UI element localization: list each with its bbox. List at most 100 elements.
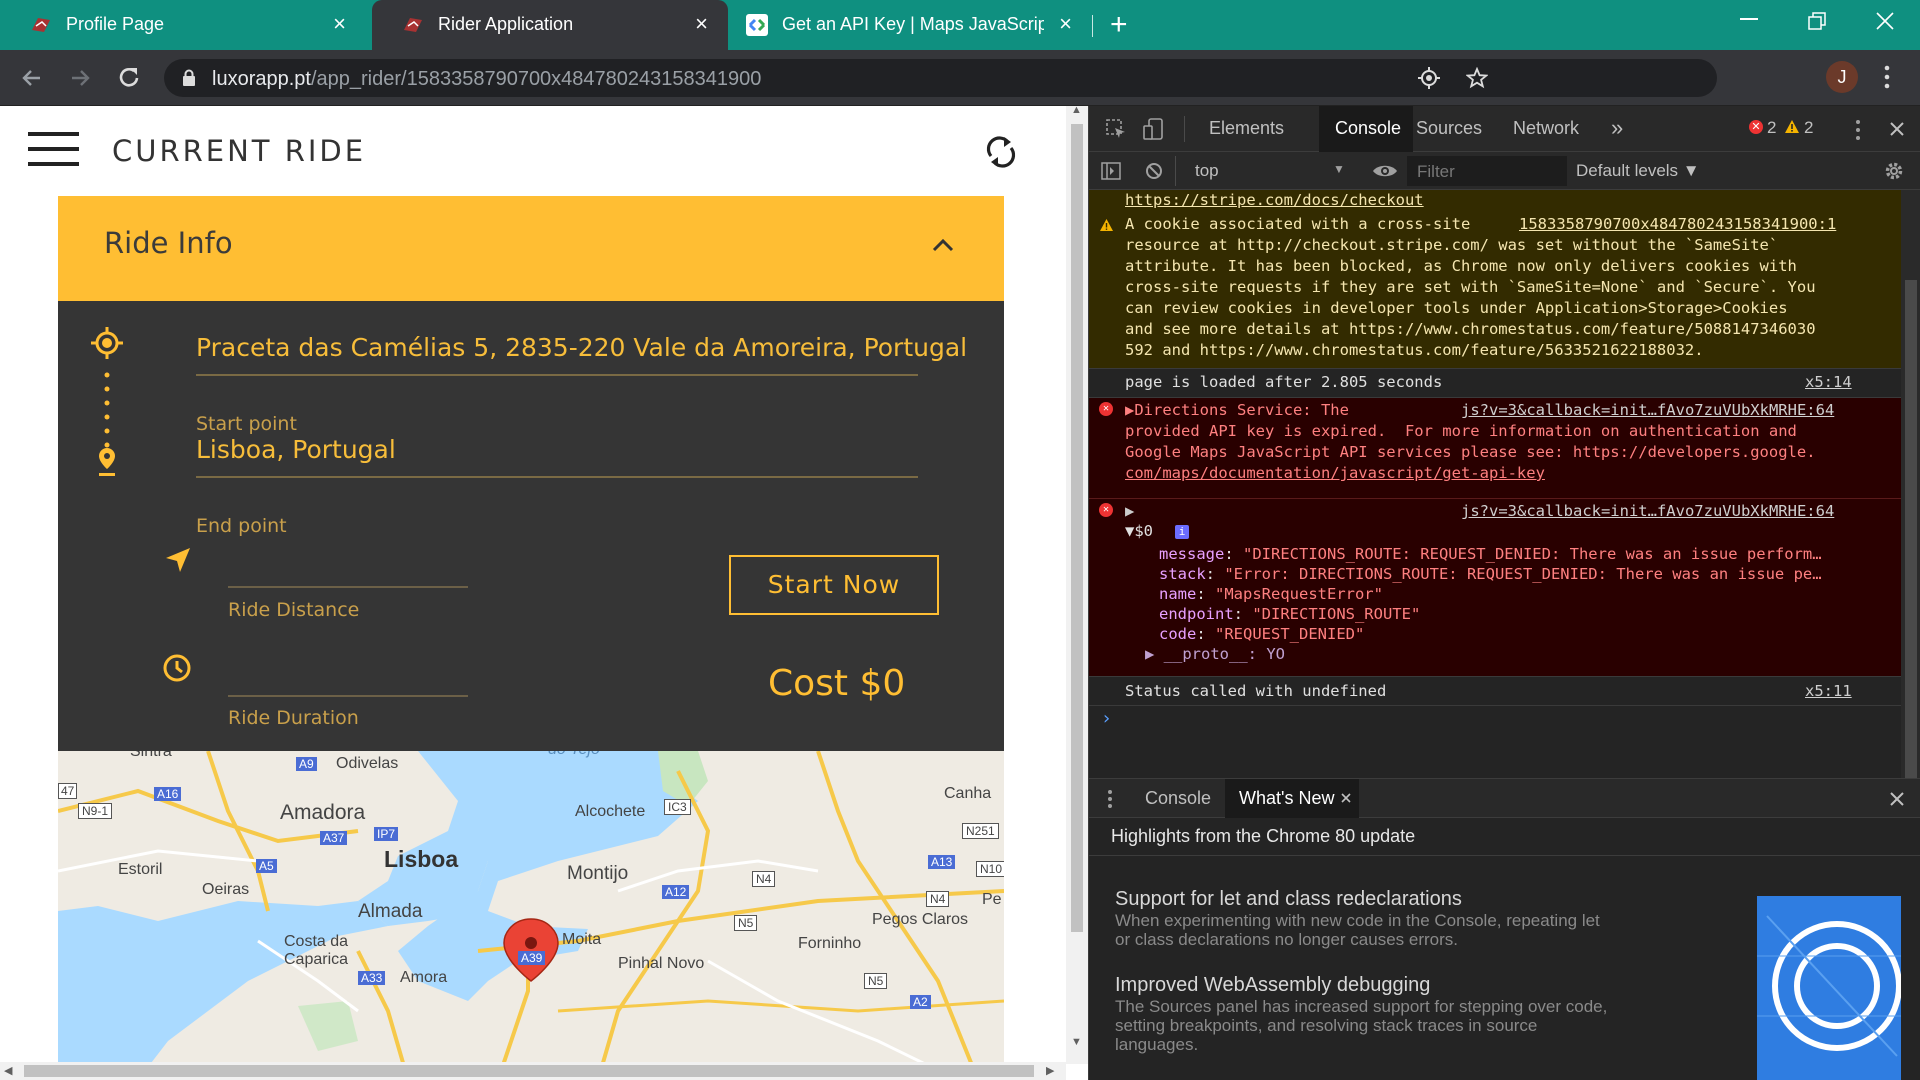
warning-icon[interactable]: [1784, 119, 1800, 134]
ride-info-header[interactable]: Ride Info: [58, 196, 1004, 301]
drawer-tab-label: What's New: [1239, 788, 1335, 808]
start-now-button[interactable]: Start Now: [729, 555, 939, 615]
scroll-up-icon[interactable]: ▲: [1071, 106, 1082, 116]
location-target-icon[interactable]: [1418, 67, 1440, 89]
tab-rider-application[interactable]: Rider Application ×: [372, 0, 728, 50]
tab-profile-page[interactable]: Profile Page ×: [0, 0, 366, 50]
close-tab-icon[interactable]: ×: [1059, 11, 1072, 37]
console-scrollbar[interactable]: [1901, 190, 1920, 788]
tab-get-api-key[interactable]: Get an API Key | Maps JavaScript ×: [734, 0, 1092, 50]
scroll-down-icon[interactable]: ▼: [1071, 1036, 1082, 1048]
context-value: top: [1195, 161, 1219, 180]
clear-console-icon[interactable]: [1145, 162, 1163, 180]
info-icon[interactable]: i: [1175, 525, 1189, 539]
map-road-shield: A39: [518, 951, 546, 965]
console-toolbar: top ▼ Filter Default levels ▼: [1089, 152, 1920, 190]
close-drawer-icon[interactable]: [1889, 791, 1905, 807]
console-scrollbar-thumb[interactable]: [1905, 280, 1917, 780]
console-settings-gear-icon[interactable]: [1884, 161, 1904, 181]
device-toolbar-icon[interactable]: [1143, 117, 1165, 141]
sidebar-toggle-icon[interactable]: [1101, 162, 1121, 180]
context-selector[interactable]: top ▼: [1185, 156, 1355, 186]
feature-item[interactable]: Support for let and class redeclarations…: [1115, 888, 1600, 949]
horizontal-scrollbar[interactable]: ◀ ▶: [0, 1062, 1066, 1080]
ride-duration-field[interactable]: [228, 695, 468, 697]
proto-field[interactable]: ▶ __proto__: YO: [1145, 644, 1285, 666]
log-source-link[interactable]: x5:14: [1805, 372, 1852, 394]
error-count[interactable]: 2: [1767, 118, 1776, 138]
tab-separator: [1092, 15, 1093, 37]
warning-text-line: resource at http://checkout.stripe.com/ …: [1125, 236, 1779, 254]
address-bar[interactable]: luxorapp.pt/app_rider/1583358790700x4847…: [164, 59, 1717, 97]
forward-arrow-icon[interactable]: [68, 66, 92, 90]
browser-menu-icon[interactable]: [1884, 64, 1890, 90]
restore-icon[interactable]: [1808, 12, 1826, 30]
error-source-link[interactable]: js?v=3&callback=init…fAvo7zuVUbXkMRHE:64: [1461, 501, 1834, 523]
devtools-menu-icon[interactable]: [1855, 119, 1861, 141]
error-source-link[interactable]: js?v=3&callback=init…fAvo7zuVUbXkMRHE:64: [1461, 400, 1834, 422]
feature-body: When experimenting with new code in the …: [1115, 911, 1600, 930]
vertical-scrollbar[interactable]: ▲ ▼: [1066, 106, 1088, 1064]
reload-icon[interactable]: [116, 65, 142, 91]
end-address[interactable]: Lisboa, Portugal: [196, 435, 396, 464]
chevron-up-icon[interactable]: [932, 238, 954, 252]
map-road-shield: N5: [864, 973, 888, 989]
tab-network[interactable]: Network: [1513, 118, 1579, 139]
map-label: Estoril: [118, 861, 163, 878]
tab-elements[interactable]: Elements: [1209, 118, 1284, 139]
expand-arrow-icon[interactable]: ▶: [1125, 501, 1134, 523]
log-message[interactable]: page is loaded after 2.805 seconds x5:14: [1089, 368, 1901, 398]
error-icon[interactable]: ✕: [1749, 120, 1763, 134]
feature-item[interactable]: Improved WebAssembly debugging The Sourc…: [1115, 974, 1607, 1054]
inspect-element-icon[interactable]: [1105, 118, 1127, 140]
tab-console-active[interactable]: Console: [1319, 106, 1413, 152]
start-point-target-icon: [91, 327, 123, 359]
more-tabs-button[interactable]: »: [1611, 115, 1623, 141]
warning-source-link[interactable]: 1583358790700x484780243158341900:1: [1519, 214, 1836, 236]
new-tab-button[interactable]: +: [1110, 8, 1128, 42]
vertical-scrollbar-thumb[interactable]: [1071, 124, 1083, 932]
lock-icon: [183, 69, 195, 86]
field-key: name: [1159, 585, 1197, 603]
console-prompt[interactable]: ›: [1101, 708, 1112, 730]
warning-count[interactable]: 2: [1804, 118, 1813, 138]
error-message[interactable]: ✕ ▶ js?v=3&callback=init…fAvo7zuVUbXkMRH…: [1089, 498, 1901, 676]
scroll-right-icon[interactable]: ▶: [1046, 1064, 1054, 1077]
object-field: code: "REQUEST_DENIED": [1159, 625, 1365, 643]
page-title: CURRENT RIDE: [112, 134, 367, 168]
bookmark-star-icon[interactable]: [1466, 67, 1488, 89]
console-log: https://stripe.com/docs/checkout A cooki…: [1089, 190, 1901, 788]
horizontal-scrollbar-thumb[interactable]: [24, 1065, 1034, 1077]
start-address[interactable]: Praceta das Camélias 5, 2835-220 Vale da…: [196, 333, 967, 362]
route-map[interactable]: Sintra Odivelas A9 A16 N9-1 Amadora A37 …: [58, 751, 1004, 1080]
map-label: Amora: [400, 969, 448, 986]
close-tab-icon[interactable]: [1341, 793, 1351, 803]
console-filter-input[interactable]: Filter: [1407, 156, 1567, 186]
hamburger-menu-icon[interactable]: [28, 132, 79, 168]
minimize-icon[interactable]: [1740, 18, 1758, 22]
back-arrow-icon[interactable]: [20, 66, 44, 90]
ride-distance-field[interactable]: [228, 586, 468, 588]
error-message[interactable]: ✕ ▶Directions Service: The js?v=3&callba…: [1089, 398, 1901, 498]
close-devtools-icon[interactable]: [1889, 121, 1905, 137]
url-text[interactable]: luxorapp.pt/app_rider/1583358790700x4847…: [212, 68, 761, 91]
map-label: Sintra: [130, 751, 172, 760]
tab-sources[interactable]: Sources: [1416, 118, 1482, 139]
close-tab-icon[interactable]: ×: [333, 11, 346, 37]
drawer-tab-whats-new[interactable]: What's New: [1225, 779, 1359, 819]
profile-avatar[interactable]: J: [1826, 61, 1858, 93]
object-name[interactable]: ▼$0: [1125, 521, 1153, 543]
field-key: stack: [1159, 565, 1206, 583]
scroll-left-icon[interactable]: ◀: [4, 1064, 12, 1077]
drawer-menu-icon[interactable]: [1107, 789, 1113, 809]
close-tab-icon[interactable]: ×: [695, 11, 708, 37]
log-source-link[interactable]: x5:11: [1805, 681, 1852, 703]
refresh-icon[interactable]: [984, 132, 1018, 172]
drawer-tab-console[interactable]: Console: [1145, 788, 1211, 809]
close-window-icon[interactable]: [1876, 12, 1894, 30]
log-message[interactable]: Status called with undefined x5:11: [1089, 676, 1901, 706]
stripe-docs-link[interactable]: https://stripe.com/docs/checkout: [1125, 190, 1424, 212]
log-levels-dropdown[interactable]: Default levels ▼: [1576, 161, 1700, 181]
live-expression-eye-icon[interactable]: [1372, 163, 1398, 179]
toolbar-divider: [1175, 156, 1176, 186]
